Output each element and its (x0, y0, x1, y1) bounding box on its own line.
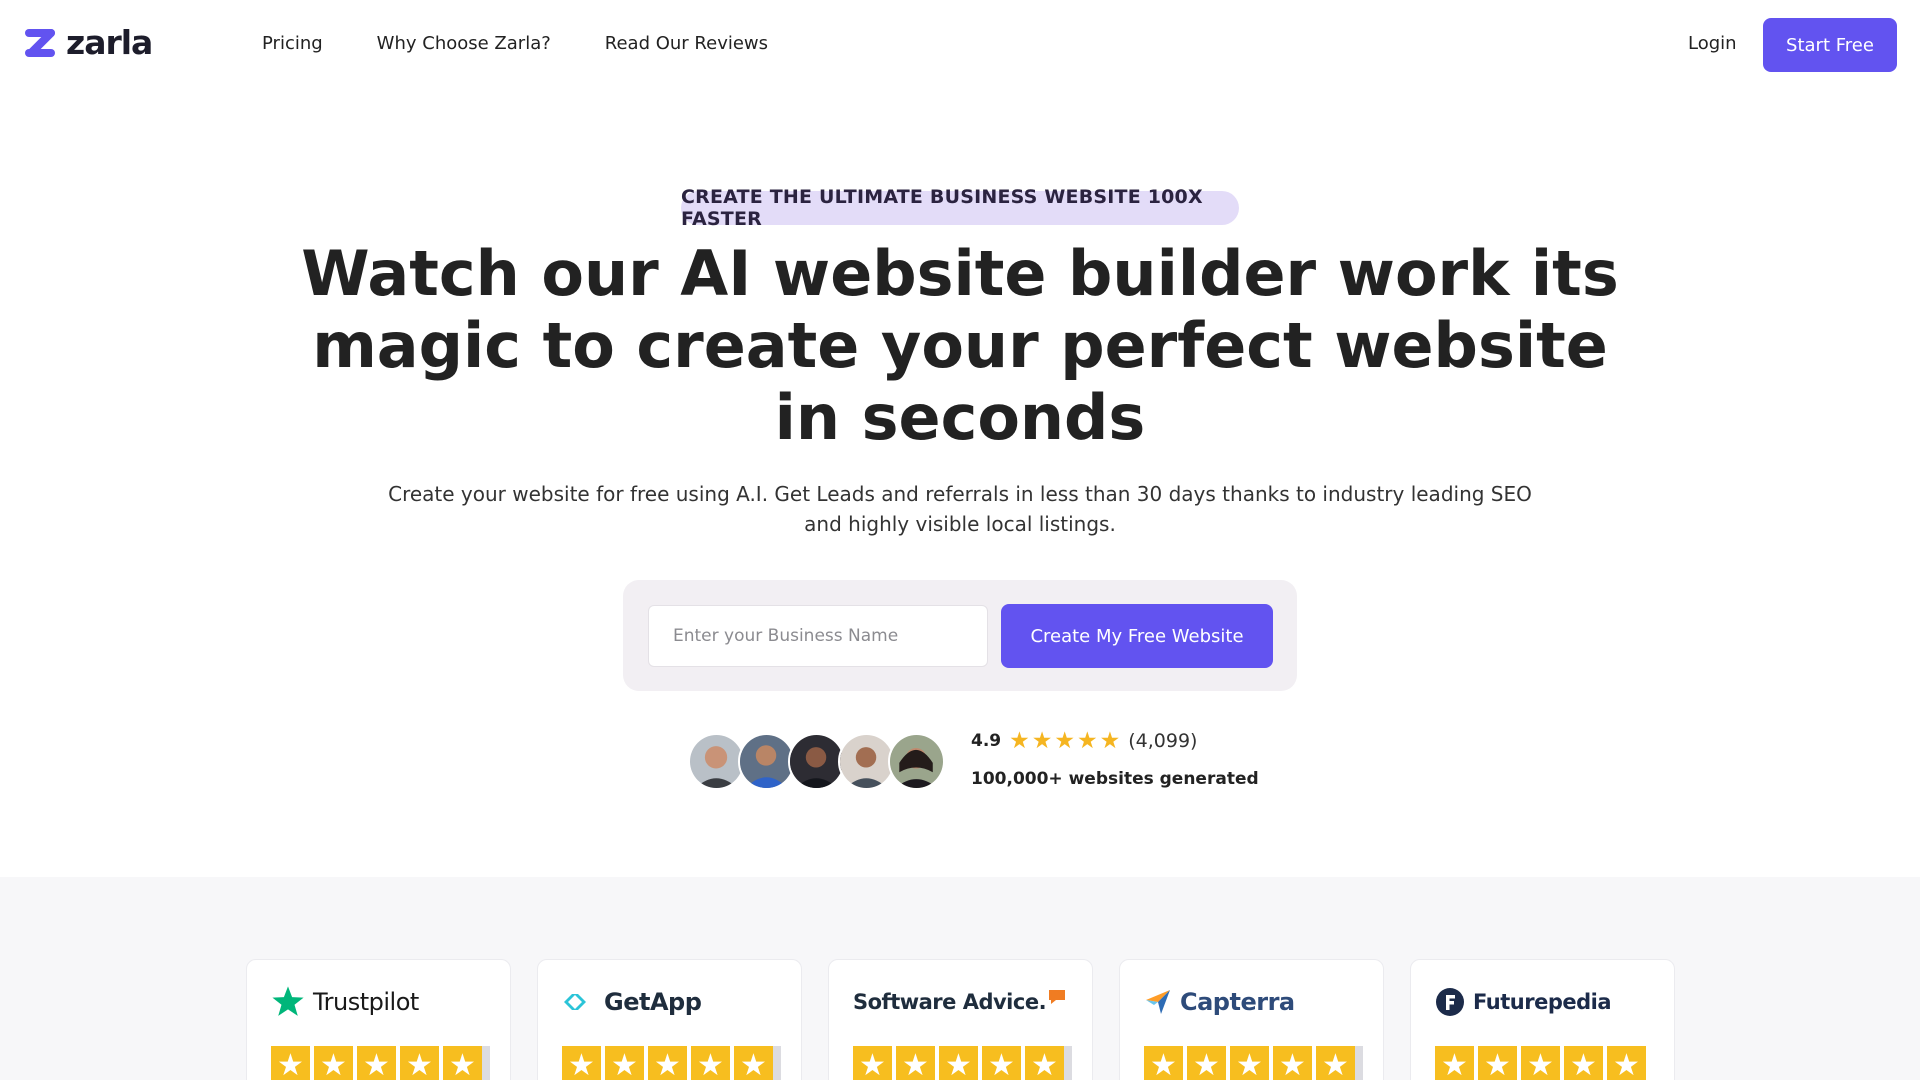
review-card-software-advice[interactable]: Software Advice. ★ ★ ★ ★ ★ (828, 959, 1093, 1080)
capterra-logo: Capterra (1144, 984, 1295, 1020)
software-advice-bubble-icon (1049, 990, 1066, 1004)
avatar (888, 733, 945, 790)
nav-read-reviews[interactable]: Read Our Reviews (605, 32, 768, 56)
star-icon: ★ (1187, 1046, 1226, 1080)
hero-subtext: Create your website for free using A.I. … (388, 482, 1532, 536)
getapp-logo: GetApp (562, 984, 702, 1020)
star-icon: ★ (896, 1046, 935, 1080)
getapp-chevrons-icon (564, 994, 586, 1010)
star-icon: ★ (734, 1046, 773, 1080)
star-icon: ★ (443, 1046, 482, 1080)
avatar (788, 733, 845, 790)
nav-why-choose-zarla[interactable]: Why Choose Zarla? (377, 32, 551, 56)
review-stars: ★ ★ ★ ★ ★ (1435, 1046, 1646, 1080)
star-icon: ★ (271, 1046, 310, 1080)
avatar (838, 733, 895, 790)
star-icon: ★ (691, 1046, 730, 1080)
login-link[interactable]: Login (1688, 32, 1737, 56)
create-website-button[interactable]: Create My Free Website (1001, 604, 1273, 668)
star-divider (773, 1046, 781, 1080)
star-icon: ★ (314, 1046, 353, 1080)
avatar (738, 733, 795, 790)
star-icon: ★ (1230, 1046, 1269, 1080)
review-site-name: Capterra (1180, 988, 1295, 1016)
main-nav: Pricing Why Choose Zarla? Read Our Revie… (262, 32, 768, 56)
star-icon: ★ (1478, 1046, 1517, 1080)
star-icon: ★ (605, 1046, 644, 1080)
rating-count: (4,099) (1128, 730, 1198, 752)
star-icon: ★ (357, 1046, 396, 1080)
star-icon: ★ (648, 1046, 687, 1080)
start-free-button[interactable]: Start Free (1763, 18, 1897, 72)
star-icon: ★ (939, 1046, 978, 1080)
review-site-name: Software Advice. (853, 990, 1047, 1014)
review-stars: ★ ★ ★ ★ ★ (562, 1046, 781, 1080)
star-icon: ★ (1316, 1046, 1355, 1080)
review-card-capterra[interactable]: Capterra ★ ★ ★ ★ ★ (1119, 959, 1384, 1080)
star-icon: ★ (1273, 1046, 1312, 1080)
star-divider (482, 1046, 490, 1080)
rating-summary: 4.9 ★ ★ ★ ★ ★ (4,099) (971, 728, 1197, 754)
hero-headline: Watch our AI website builder work its ma… (301, 237, 1619, 454)
trustpilot-logo: Trustpilot (271, 984, 419, 1020)
futurepedia-f-icon (1436, 988, 1464, 1016)
business-name-input[interactable] (648, 605, 988, 667)
nav-pricing[interactable]: Pricing (262, 32, 323, 56)
star-divider (1064, 1046, 1072, 1080)
star-icon: ★ (1564, 1046, 1603, 1080)
review-site-name: GetApp (604, 988, 702, 1016)
star-icon: ★ (1435, 1046, 1474, 1080)
review-card-trustpilot[interactable]: Trustpilot ★ ★ ★ ★ ★ (246, 959, 511, 1080)
sites-generated-text: 100,000+ websites generated (971, 769, 1259, 789)
star-icon: ★ (1077, 728, 1098, 754)
rating-score: 4.9 (971, 731, 1002, 751)
star-icon: ★ (1054, 728, 1075, 754)
star-icon: ★ (853, 1046, 892, 1080)
star-icon: ★ (562, 1046, 601, 1080)
review-site-name: Trustpilot (313, 988, 419, 1016)
zarla-logo-icon (25, 28, 55, 57)
review-card-getapp[interactable]: GetApp ★ ★ ★ ★ ★ (537, 959, 802, 1080)
hero-badge: CREATE THE ULTIMATE BUSINESS WEBSITE 100… (681, 186, 1239, 230)
star-icon: ★ (1607, 1046, 1646, 1080)
review-site-name: Futurepedia (1473, 990, 1612, 1014)
software-advice-logo: Software Advice. (853, 984, 1066, 1020)
star-icon: ★ (982, 1046, 1021, 1080)
review-card-futurepedia[interactable]: Futurepedia ★ ★ ★ ★ ★ (1410, 959, 1675, 1080)
futurepedia-logo: Futurepedia (1435, 984, 1612, 1020)
star-divider (1355, 1046, 1363, 1080)
brand-name: zarla (66, 23, 153, 62)
star-icon: ★ (1025, 1046, 1064, 1080)
capterra-arrow-icon (1146, 990, 1170, 1014)
star-icon: ★ (1144, 1046, 1183, 1080)
star-icon: ★ (1031, 728, 1053, 754)
star-icon: ★ (400, 1046, 439, 1080)
site-header: zarla Pricing Why Choose Zarla? Read Our… (0, 0, 1920, 88)
rating-stars: ★ ★ ★ ★ ★ (1009, 729, 1120, 753)
star-icon: ★ (1521, 1046, 1560, 1080)
avatar (688, 733, 745, 790)
trustpilot-star-icon (272, 986, 304, 1016)
star-icon: ★ (1009, 728, 1030, 754)
review-stars: ★ ★ ★ ★ ★ (853, 1046, 1072, 1080)
zarla-logo[interactable]: zarla (24, 23, 153, 62)
review-stars: ★ ★ ★ ★ ★ (271, 1046, 490, 1080)
review-stars: ★ ★ ★ ★ ★ (1144, 1046, 1363, 1080)
star-icon: ★ (1099, 728, 1121, 754)
